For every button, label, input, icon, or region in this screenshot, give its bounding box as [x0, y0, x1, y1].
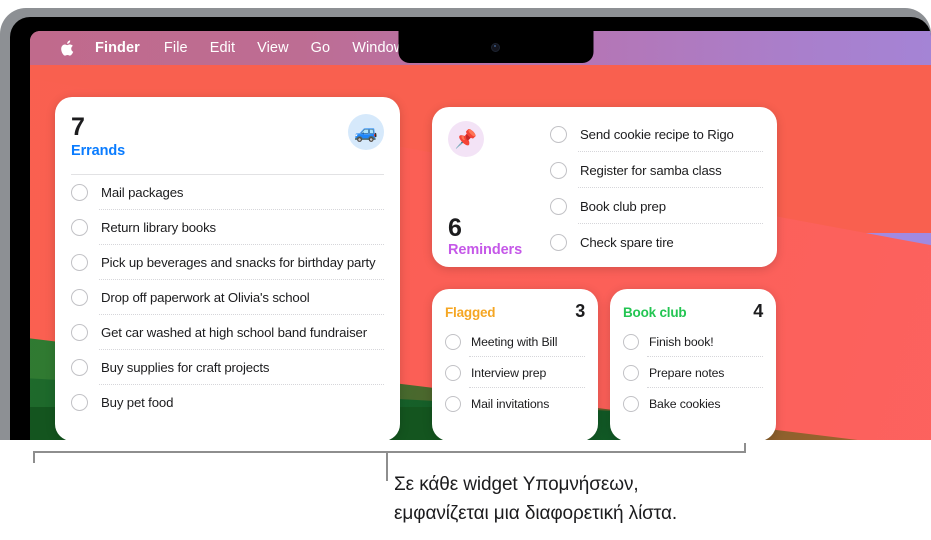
checkbox-circle-icon[interactable]: [71, 219, 88, 236]
list-item[interactable]: Register for samba class: [550, 152, 763, 188]
desktop-screen: Finder File Edit View Go Window Help 7: [30, 31, 931, 440]
list-item[interactable]: Book club prep: [550, 188, 763, 224]
list-item[interactable]: Pick up beverages and snacks for birthda…: [71, 245, 384, 280]
checkbox-circle-icon[interactable]: [71, 394, 88, 411]
flagged-title: Flagged: [445, 305, 496, 320]
checkbox-circle-icon[interactable]: [71, 289, 88, 306]
checkbox-circle-icon[interactable]: [71, 254, 88, 271]
menu-item-view[interactable]: View: [257, 40, 289, 56]
flagged-header: Flagged 3: [445, 301, 585, 322]
list-item-label: Buy pet food: [101, 395, 174, 410]
checkbox-circle-icon[interactable]: [623, 364, 639, 381]
list-item-label: Check spare tire: [580, 234, 674, 250]
reminders-title: Reminders: [448, 242, 523, 258]
widget-flagged[interactable]: Flagged 3 Meeting with Bill Interview pre…: [432, 289, 598, 440]
book-club-list: Finish book! Prepare notes Bake cookies: [623, 326, 763, 419]
book-club-title: Book club: [623, 305, 687, 320]
flagged-count: 3: [575, 301, 585, 321]
checkbox-circle-icon[interactable]: [623, 395, 639, 412]
checkbox-circle-icon[interactable]: [550, 233, 567, 251]
errands-count: 7: [71, 113, 85, 141]
caption: Σε κάθε widget Υπομνήσεων, εμφανίζεται μ…: [394, 470, 914, 528]
checkbox-circle-icon[interactable]: [71, 184, 88, 201]
checkbox-circle-icon[interactable]: [550, 197, 567, 215]
list-item-label: Interview prep: [471, 365, 547, 380]
widget-errands[interactable]: 7 Errands 🚙 Mail packages Return library …: [55, 97, 400, 440]
checkbox-circle-icon[interactable]: [445, 333, 461, 350]
checkbox-circle-icon[interactable]: [623, 333, 639, 350]
list-item[interactable]: Interview prep: [445, 357, 585, 388]
list-item[interactable]: Finish book!: [623, 326, 763, 357]
errands-title: Errands: [71, 143, 126, 159]
flagged-list: Meeting with Bill Interview prep Mail invi…: [445, 326, 585, 419]
list-item[interactable]: Mail packages: [71, 175, 384, 210]
list-item[interactable]: Return library books: [71, 210, 384, 245]
list-item[interactable]: Bake cookies: [623, 388, 763, 419]
list-item-label: Finish book!: [649, 334, 714, 349]
car-emoji-icon: 🚙: [348, 114, 384, 150]
book-club-header: Book club 4: [623, 301, 763, 322]
menu-item-file[interactable]: File: [164, 40, 188, 56]
checkbox-circle-icon[interactable]: [550, 161, 567, 179]
display-notch: [398, 31, 593, 63]
reminders-summary: 6 Reminders: [448, 215, 522, 258]
caption-line-1: Σε κάθε widget Υπομνήσεων,: [394, 474, 639, 495]
callout-bracket-horizontal: [33, 451, 746, 453]
list-item-label: Mail packages: [101, 185, 184, 200]
pushpin-emoji-icon: 📌: [448, 121, 484, 157]
errands-header: 7 Errands 🚙: [71, 114, 384, 170]
list-item-label: Pick up beverages and snacks for birthda…: [101, 255, 376, 270]
checkbox-circle-icon[interactable]: [445, 395, 461, 412]
laptop-bezel: Finder File Edit View Go Window Help 7: [0, 8, 931, 440]
menu-item-finder[interactable]: Finder: [95, 40, 140, 56]
list-item-label: Get car washed at high school band fundr…: [101, 325, 367, 340]
camera-icon: [491, 43, 500, 52]
checkbox-circle-icon[interactable]: [550, 125, 567, 143]
widget-reminders[interactable]: 📌 6 Reminders Send cookie recipe to Rigo…: [432, 107, 777, 267]
list-item[interactable]: Buy pet food: [71, 385, 384, 420]
callout-bracket-right-tick: [744, 443, 746, 453]
list-item[interactable]: Send cookie recipe to Rigo: [550, 116, 763, 152]
menu-item-edit[interactable]: Edit: [210, 40, 235, 56]
reminders-count: 6: [448, 214, 462, 242]
menu-item-go[interactable]: Go: [311, 40, 331, 56]
callout-bracket-left-tick: [33, 451, 35, 463]
checkbox-circle-icon[interactable]: [71, 359, 88, 376]
laptop-bezel-inner: Finder File Edit View Go Window Help 7: [10, 17, 931, 440]
list-item-label: Send cookie recipe to Rigo: [580, 126, 734, 142]
list-item[interactable]: Check spare tire: [550, 224, 763, 260]
list-item-label: Mail invitations: [471, 396, 550, 411]
list-item-label: Return library books: [101, 220, 217, 235]
list-item-label: Meeting with Bill: [471, 334, 558, 349]
widget-book-club[interactable]: Book club 4 Finish book! Prepare notes Bak…: [610, 289, 776, 440]
list-item[interactable]: Meeting with Bill: [445, 326, 585, 357]
screenshot-root: Finder File Edit View Go Window Help 7: [0, 0, 931, 540]
list-item[interactable]: Get car washed at high school band fundr…: [71, 315, 384, 350]
reminders-list: Send cookie recipe to Rigo Register for s…: [550, 116, 763, 261]
list-item-label: Drop off paperwork at Olivia's school: [101, 290, 310, 305]
list-item[interactable]: Prepare notes: [623, 357, 763, 388]
menu-item-window[interactable]: Window: [352, 40, 404, 56]
list-item-label: Book club prep: [580, 198, 666, 214]
apple-logo-icon[interactable]: [58, 39, 75, 58]
list-item-label: Bake cookies: [649, 396, 721, 411]
errands-list: Mail packages Return library books Pick up…: [71, 175, 384, 420]
caption-line-2: εμφανίζεται μια διαφορετική λίστα.: [394, 503, 678, 524]
list-item[interactable]: Mail invitations: [445, 388, 585, 419]
book-club-count: 4: [753, 301, 763, 321]
list-item-label: Prepare notes: [649, 365, 725, 380]
list-item-label: Buy supplies for craft projects: [101, 360, 270, 375]
list-item-label: Register for samba class: [580, 162, 722, 178]
callout-bracket-leader: [386, 451, 388, 481]
checkbox-circle-icon[interactable]: [71, 324, 88, 341]
reminders-left-column: 📌 6 Reminders: [432, 107, 550, 267]
list-item[interactable]: Buy supplies for craft projects: [71, 350, 384, 385]
checkbox-circle-icon[interactable]: [445, 364, 461, 381]
list-item[interactable]: Drop off paperwork at Olivia's school: [71, 280, 384, 315]
